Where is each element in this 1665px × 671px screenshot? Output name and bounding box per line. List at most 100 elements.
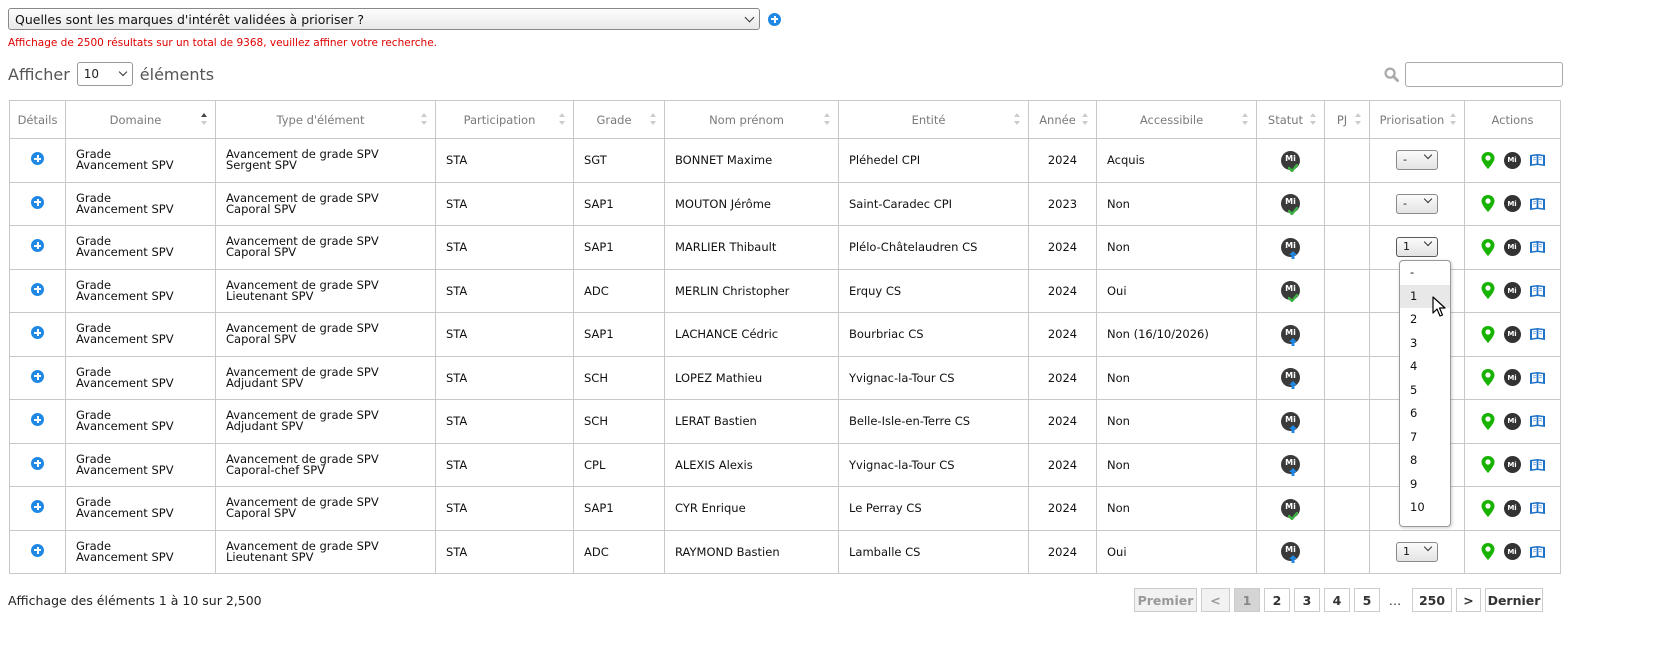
map-pin-icon[interactable] xyxy=(1480,499,1496,518)
pagination-last[interactable]: Dernier xyxy=(1485,588,1543,612)
dropdown-option[interactable]: 3 xyxy=(1400,332,1450,356)
col-priorisation[interactable]: Priorisation xyxy=(1369,100,1465,139)
priorisation-select[interactable]: - xyxy=(1396,193,1438,214)
book-icon[interactable] xyxy=(1529,153,1546,167)
map-pin-icon[interactable] xyxy=(1480,238,1496,257)
map-pin-icon[interactable] xyxy=(1480,194,1496,213)
expand-details-icon[interactable] xyxy=(31,239,44,253)
col-participation[interactable]: Participation xyxy=(435,100,574,139)
dropdown-option[interactable]: 8 xyxy=(1400,449,1450,473)
expand-details-icon[interactable] xyxy=(31,369,44,383)
map-pin-icon[interactable] xyxy=(1480,151,1496,170)
col-accessible[interactable]: Accessibile xyxy=(1096,100,1257,139)
mi-icon[interactable]: Mi xyxy=(1503,412,1521,430)
question-select[interactable]: Quelles sont les marques d'intérêt valid… xyxy=(8,8,760,30)
col-pj[interactable]: PJ xyxy=(1324,100,1370,139)
col-domaine[interactable]: Domaine xyxy=(65,100,216,139)
dropdown-option[interactable]: 5 xyxy=(1400,379,1450,403)
book-icon[interactable] xyxy=(1529,240,1546,254)
year-cell: 2024 xyxy=(1028,486,1097,531)
details-cell xyxy=(9,355,66,400)
pagination-page[interactable]: 5 xyxy=(1354,588,1380,612)
pagination-page[interactable]: 2 xyxy=(1264,588,1290,612)
col-type[interactable]: Type d'élément xyxy=(215,100,436,139)
book-icon[interactable] xyxy=(1529,327,1546,341)
dropdown-option[interactable]: 9 xyxy=(1400,473,1450,497)
pagination-prev[interactable]: < xyxy=(1201,588,1230,612)
mi-icon[interactable]: Mi xyxy=(1503,195,1521,213)
book-icon[interactable] xyxy=(1529,545,1546,559)
expand-details-icon[interactable] xyxy=(31,152,44,166)
book-icon[interactable] xyxy=(1529,197,1546,211)
entity-cell: Pléhedel CPI xyxy=(838,138,1029,183)
add-icon[interactable] xyxy=(768,12,781,26)
pagination-last-page[interactable]: 250 xyxy=(1412,588,1452,612)
dropdown-option[interactable]: 7 xyxy=(1400,426,1450,450)
grade-cell: SAP1 xyxy=(573,312,665,357)
pagination-first[interactable]: Premier xyxy=(1134,588,1197,612)
domain-cell: Grade Avancement SPV xyxy=(65,312,216,357)
book-icon[interactable] xyxy=(1529,284,1546,298)
pagination-page[interactable]: 3 xyxy=(1294,588,1320,612)
priorisation-select[interactable]: 1 xyxy=(1396,541,1438,562)
book-icon[interactable] xyxy=(1529,458,1546,472)
mi-icon[interactable]: Mi xyxy=(1503,369,1521,387)
mi-icon[interactable]: Mi xyxy=(1503,456,1521,474)
map-pin-icon[interactable] xyxy=(1480,455,1496,474)
expand-details-icon[interactable] xyxy=(31,456,44,470)
year-cell: 2024 xyxy=(1028,399,1097,444)
map-pin-icon[interactable] xyxy=(1480,412,1496,431)
mi-icon[interactable]: Mi xyxy=(1503,499,1521,517)
dropdown-option[interactable]: 4 xyxy=(1400,355,1450,379)
expand-details-icon[interactable] xyxy=(31,543,44,557)
expand-details-icon[interactable] xyxy=(31,413,44,427)
name-cell: BONNET Maxime xyxy=(664,138,839,183)
dropdown-option[interactable]: 10 xyxy=(1400,496,1450,520)
expand-details-icon[interactable] xyxy=(31,500,44,514)
pj-cell xyxy=(1324,442,1370,487)
map-pin-icon[interactable] xyxy=(1480,368,1496,387)
details-cell xyxy=(9,399,66,444)
expand-details-icon[interactable] xyxy=(31,282,44,296)
accessible-cell: Oui xyxy=(1096,268,1257,313)
col-nom[interactable]: Nom prénom xyxy=(664,100,839,139)
mi-icon[interactable]: Mi xyxy=(1503,325,1521,343)
col-grade[interactable]: Grade xyxy=(573,100,665,139)
year-cell: 2024 xyxy=(1028,442,1097,487)
priorisation-select[interactable]: - xyxy=(1396,150,1438,171)
col-entite[interactable]: Entité xyxy=(838,100,1029,139)
map-pin-icon[interactable] xyxy=(1480,281,1496,300)
dropdown-option[interactable]: 6 xyxy=(1400,402,1450,426)
col-annee[interactable]: Année xyxy=(1028,100,1097,139)
pj-cell xyxy=(1324,268,1370,313)
book-icon[interactable] xyxy=(1529,501,1546,515)
status-cell: Mi xyxy=(1256,312,1325,357)
map-pin-icon[interactable] xyxy=(1480,325,1496,344)
mi-icon[interactable]: Mi xyxy=(1503,238,1521,256)
col-statut[interactable]: Statut xyxy=(1256,100,1325,139)
book-icon[interactable] xyxy=(1529,414,1546,428)
mi-icon[interactable]: Mi xyxy=(1503,151,1521,169)
pagination-page[interactable]: 1 xyxy=(1234,588,1260,612)
search-input[interactable] xyxy=(1405,62,1563,87)
mi-icon[interactable]: Mi xyxy=(1503,543,1521,561)
map-pin-icon[interactable] xyxy=(1480,542,1496,561)
type-cell: Avancement de grade SPV Caporal SPV xyxy=(215,181,436,226)
pagination-next[interactable]: > xyxy=(1456,588,1481,612)
status-check-icon: Mi xyxy=(1281,498,1300,520)
priorisation-select[interactable]: 1 xyxy=(1396,237,1438,258)
expand-details-icon[interactable] xyxy=(31,195,44,209)
grade-cell: ADC xyxy=(573,529,665,574)
accessible-cell: Oui xyxy=(1096,529,1257,574)
domain-cell: Grade Avancement SPV xyxy=(65,268,216,313)
pagination-page[interactable]: 4 xyxy=(1324,588,1350,612)
details-cell xyxy=(9,138,66,183)
mi-icon[interactable]: Mi xyxy=(1503,282,1521,300)
book-icon[interactable] xyxy=(1529,371,1546,385)
question-bar: Quelles sont les marques d'intérêt valid… xyxy=(8,8,781,30)
search-icon xyxy=(1384,67,1399,82)
status-cell: Mi xyxy=(1256,355,1325,400)
page-length-select[interactable]: 10 xyxy=(76,62,133,86)
dropdown-option[interactable]: - xyxy=(1400,261,1450,285)
expand-details-icon[interactable] xyxy=(31,326,44,340)
